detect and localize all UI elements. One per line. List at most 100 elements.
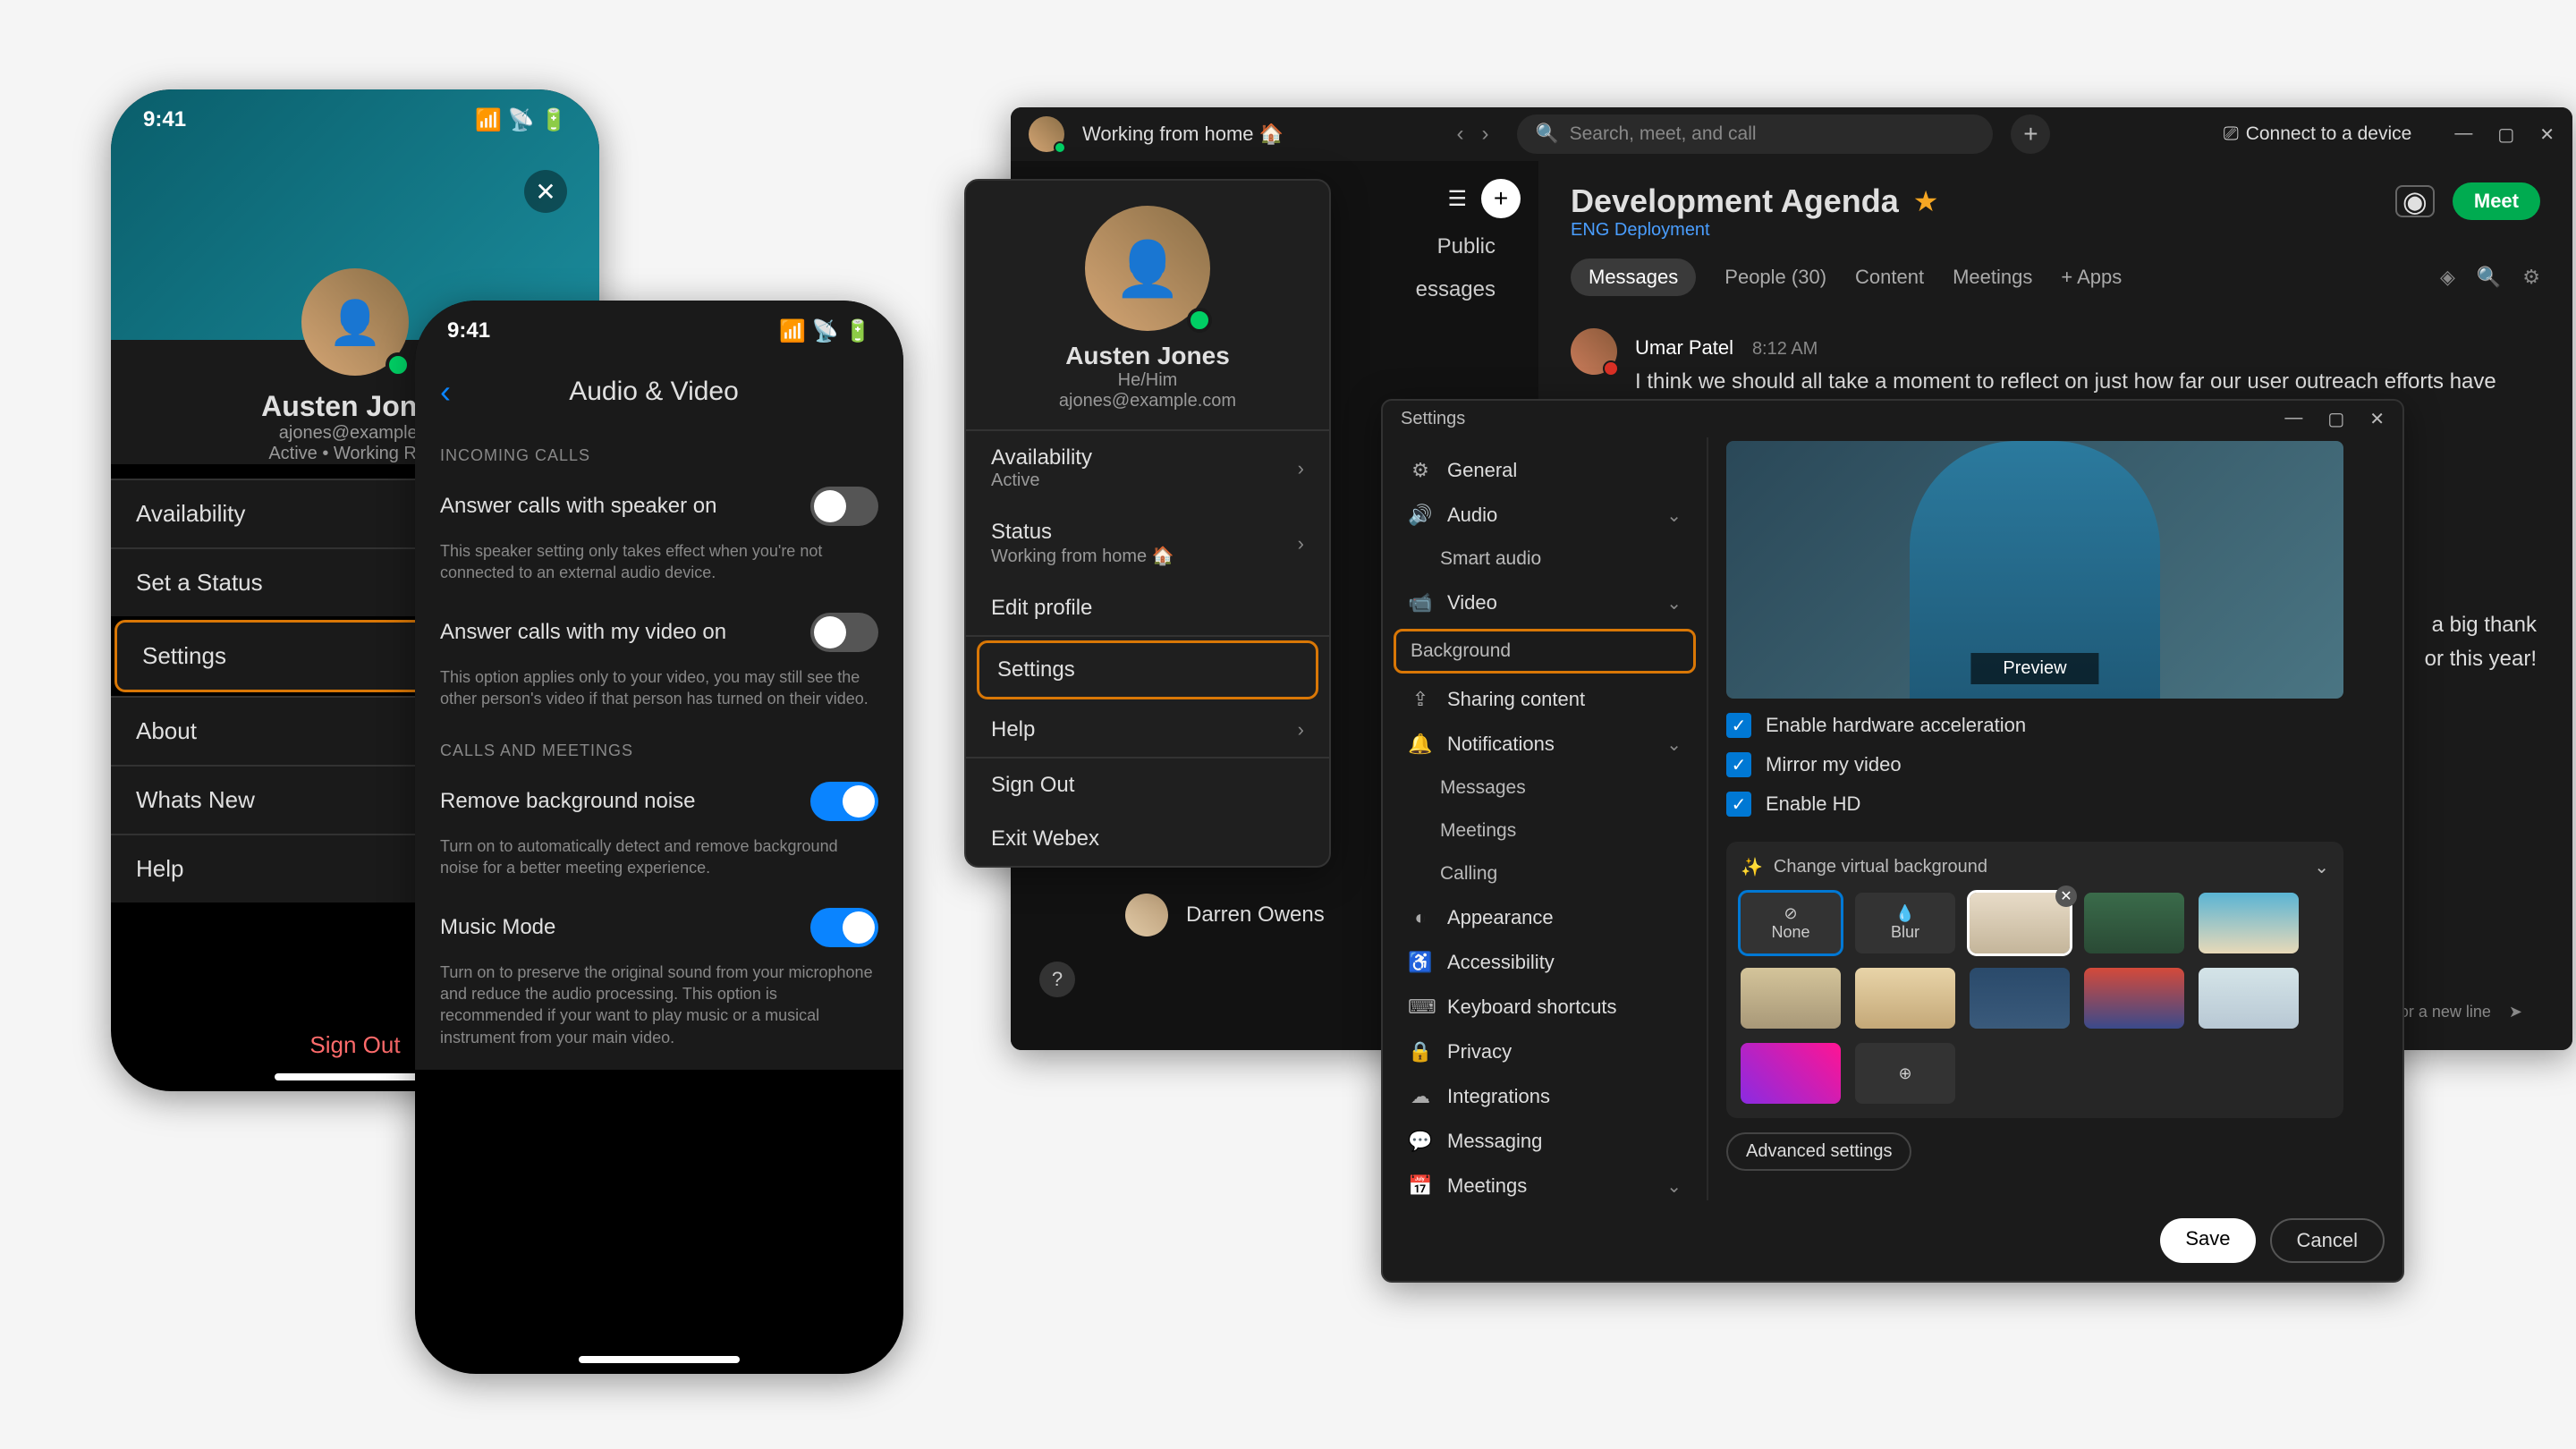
avatar[interactable] (1029, 116, 1064, 152)
save-button[interactable]: Save (2160, 1218, 2255, 1263)
side-appearance[interactable]: ◐Appearance (1383, 895, 1707, 940)
bell-icon: 🔔 (1408, 733, 1433, 756)
tab-people[interactable]: People (30) (1724, 266, 1826, 289)
keyboard-icon: ⌨ (1408, 996, 1433, 1019)
close-icon[interactable]: ✕ (2369, 408, 2385, 430)
gear-icon[interactable]: ⚙ (2522, 266, 2540, 289)
sublabel: Working from home 🏠 (991, 545, 1174, 567)
connect-device[interactable]: ⎚ Connect to a device (2224, 123, 2411, 145)
cb-hd[interactable]: ✓Enable HD (1726, 792, 2385, 817)
noise-toggle[interactable] (810, 782, 878, 821)
side-n-messages[interactable]: Messages (1383, 767, 1707, 809)
bg-none[interactable]: ⊘None (1741, 893, 1841, 953)
side-sharing[interactable]: ⇪Sharing content (1383, 677, 1707, 722)
dropdown-settings[interactable]: Settings (977, 640, 1318, 699)
row-noise: Remove background noise (440, 767, 878, 835)
close-icon[interactable]: ✕ (2539, 123, 2555, 146)
chevron-down-icon[interactable]: ⌄ (2314, 856, 2329, 878)
none-icon: ⊘ (1784, 904, 1797, 923)
contact-name: Darren Owens (1186, 902, 1325, 928)
dropdown-availability[interactable]: AvailabilityActive › (966, 431, 1329, 505)
maximize-icon[interactable]: ▢ (2497, 123, 2514, 146)
side-meetings[interactable]: 📅Meetings⌄ (1383, 1164, 1707, 1200)
tab-messages[interactable]: Messages (1571, 258, 1696, 296)
avatar[interactable]: 👤 (1085, 206, 1210, 331)
side-accessibility[interactable]: ♿Accessibility (1383, 940, 1707, 985)
side-background[interactable]: Background (1394, 629, 1696, 674)
meet-button[interactable]: Meet (2453, 182, 2540, 220)
dropdown-help[interactable]: Help › (966, 703, 1329, 757)
record-icon[interactable]: ◉ (2395, 185, 2435, 217)
row-music: Music Mode (440, 894, 878, 962)
bg-thumb[interactable] (1855, 968, 1955, 1029)
chevron-right-icon: › (1298, 457, 1304, 480)
side-smart-audio[interactable]: Smart audio (1383, 538, 1707, 580)
noise-desc: Turn on to automatically detect and remo… (440, 835, 878, 894)
minimize-icon[interactable]: — (2284, 408, 2302, 430)
side-messaging[interactable]: 💬Messaging (1383, 1119, 1707, 1164)
tab-apps[interactable]: + Apps (2061, 266, 2122, 289)
row-video: Answer calls with my video on (440, 598, 878, 666)
search-input[interactable]: 🔍 Search, meet, and call (1517, 114, 1993, 154)
close-icon[interactable]: ✕ (524, 170, 567, 213)
cb-mirror[interactable]: ✓Mirror my video (1726, 752, 2385, 777)
tab-content[interactable]: Content (1855, 266, 1924, 289)
tab-meetings[interactable]: Meetings (1953, 266, 2032, 289)
bg-thumb[interactable] (2084, 893, 2184, 953)
side-audio[interactable]: 🔊Audio⌄ (1383, 493, 1707, 538)
list-icon[interactable]: ☰ (1447, 186, 1467, 212)
side-general[interactable]: ⚙General (1383, 448, 1707, 493)
cb-hardware-accel[interactable]: ✓Enable hardware acceleration (1726, 713, 2385, 738)
avatar[interactable]: 👤 (301, 268, 409, 376)
bg-thumb[interactable]: ✕ (1970, 893, 2070, 953)
status-icons: 📶 📡 🔋 (779, 318, 871, 344)
side-notifications[interactable]: 🔔Notifications⌄ (1383, 722, 1707, 767)
bg-thumb[interactable] (2084, 968, 2184, 1029)
advanced-settings-button[interactable]: Advanced settings (1726, 1132, 1911, 1171)
bg-thumb[interactable] (1741, 1043, 1841, 1104)
video-preview: Preview (1726, 441, 2343, 699)
dropdown-status[interactable]: StatusWorking from home 🏠 › (966, 505, 1329, 581)
space-subtitle[interactable]: ENG Deployment (1571, 220, 2540, 241)
side-shortcuts[interactable]: ⌨Keyboard shortcuts (1383, 985, 1707, 1030)
message-row: Umar Patel 8:12 AM I think we should all… (1571, 328, 2540, 397)
bg-blur[interactable]: 💧Blur (1855, 893, 1955, 953)
search-icon[interactable]: 🔍 (2477, 266, 2501, 289)
dropdown-signout[interactable]: Sign Out (966, 758, 1329, 812)
star-icon[interactable]: ★ (1913, 184, 1939, 218)
status-text[interactable]: Working from home 🏠 (1082, 123, 1284, 146)
incoming-calls-section: INCOMING CALLS Answer calls with speaker… (415, 421, 903, 1070)
delete-icon[interactable]: ✕ (2055, 886, 2077, 907)
camera-icon: 📹 (1408, 591, 1433, 614)
minimize-icon[interactable]: — (2454, 123, 2472, 146)
speaker-toggle[interactable] (810, 487, 878, 526)
send-icon[interactable]: ➤ (2509, 1003, 2522, 1021)
settings-footer: Save Cancel (1383, 1200, 2402, 1281)
video-toggle[interactable] (810, 613, 878, 652)
cancel-button[interactable]: Cancel (2270, 1218, 2385, 1263)
music-toggle[interactable] (810, 908, 878, 947)
dropdown-exit[interactable]: Exit Webex (966, 812, 1329, 866)
new-button[interactable]: + (1481, 179, 1521, 218)
bg-add[interactable]: ⊕ (1855, 1043, 1955, 1104)
filter-icon[interactable]: ◈ (2440, 266, 2455, 289)
back-icon[interactable]: ‹ (1456, 122, 1463, 147)
forward-icon[interactable]: › (1481, 122, 1488, 147)
bg-thumb[interactable] (2199, 893, 2299, 953)
side-integrations[interactable]: ☁Integrations (1383, 1074, 1707, 1119)
side-video[interactable]: 📹Video⌄ (1383, 580, 1707, 625)
dropdown-edit-profile[interactable]: Edit profile (966, 581, 1329, 635)
side-n-calling[interactable]: Calling (1383, 852, 1707, 895)
bg-thumb[interactable] (1970, 968, 2070, 1029)
help-icon[interactable]: ? (1039, 962, 1075, 997)
speaker-icon: 🔊 (1408, 504, 1433, 527)
side-privacy[interactable]: 🔒Privacy (1383, 1030, 1707, 1074)
bg-thumb[interactable] (1741, 968, 1841, 1029)
maximize-icon[interactable]: ▢ (2327, 408, 2344, 430)
label: Audio (1447, 504, 1497, 527)
side-n-meetings[interactable]: Meetings (1383, 809, 1707, 852)
bg-thumb[interactable] (2199, 968, 2299, 1029)
add-button[interactable]: + (2011, 114, 2050, 154)
home-indicator (275, 1073, 436, 1080)
avatar[interactable] (1571, 328, 1617, 375)
